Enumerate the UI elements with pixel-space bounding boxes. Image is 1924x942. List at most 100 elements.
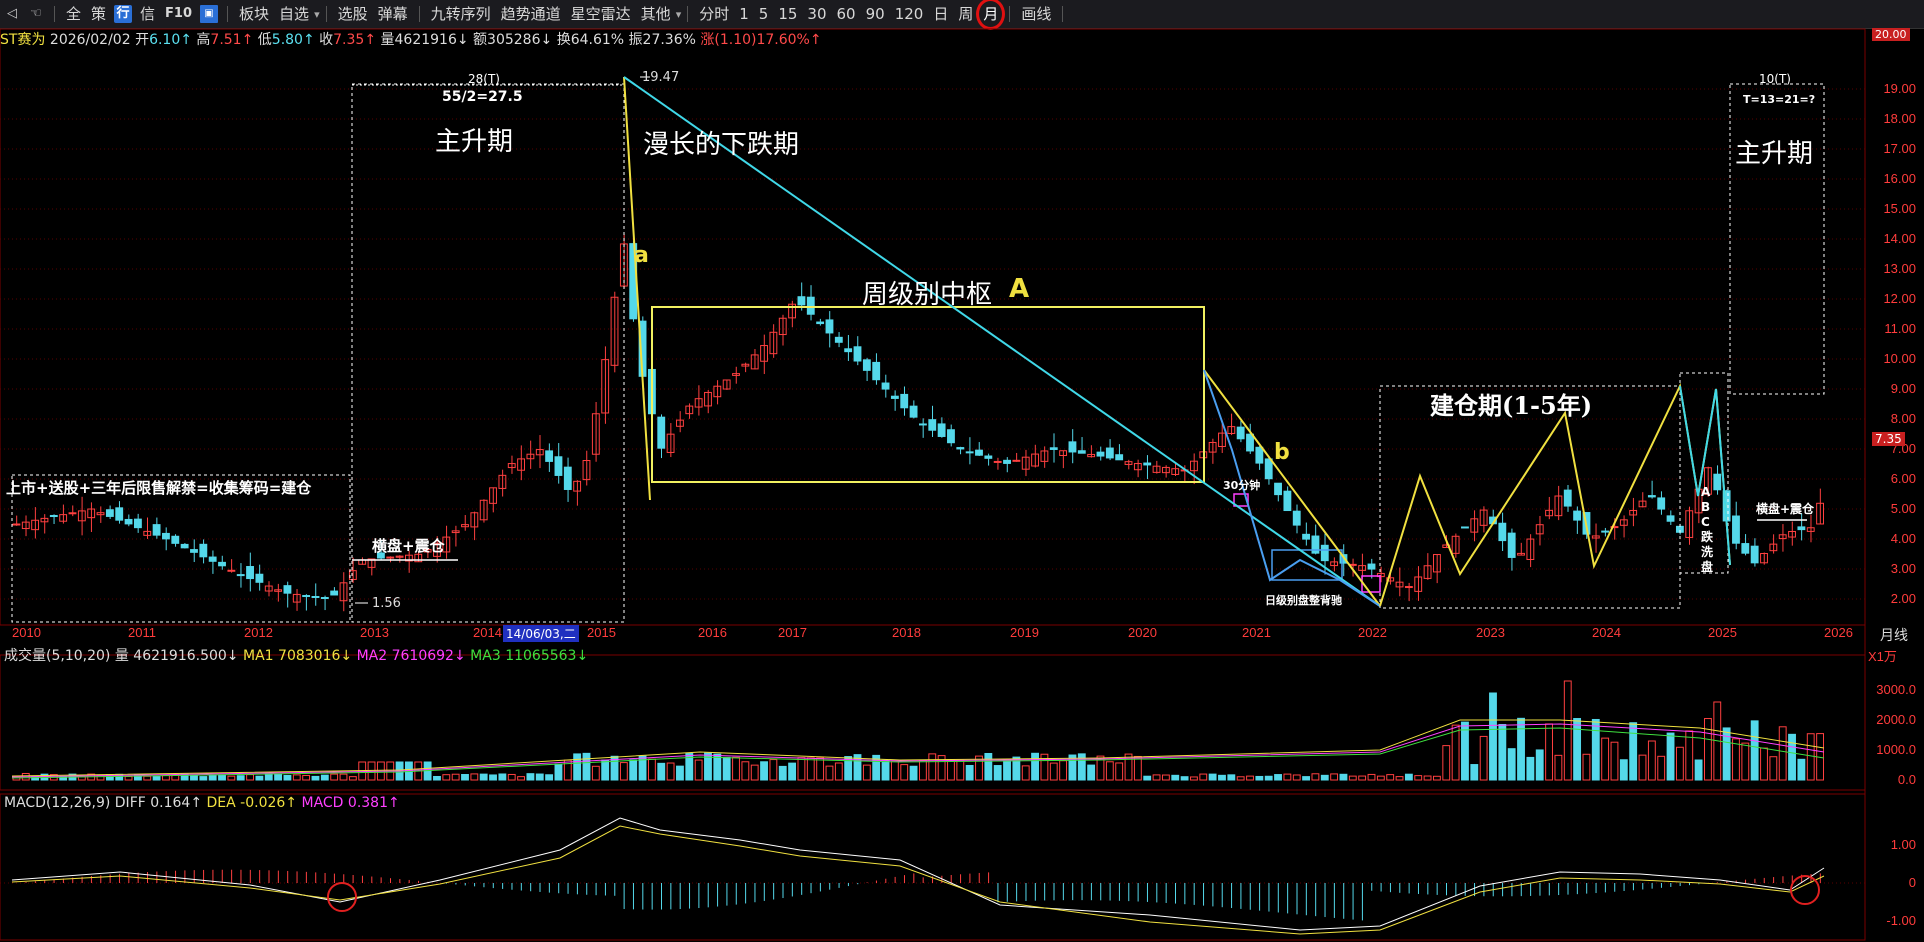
candle-body bbox=[834, 336, 843, 343]
volume-bar bbox=[311, 775, 320, 781]
candle-body bbox=[115, 507, 124, 521]
current-price-badge: 7.35 bbox=[1872, 432, 1905, 446]
volume-bar bbox=[1208, 773, 1217, 781]
macd-circle-marker bbox=[327, 882, 357, 912]
candle-body bbox=[105, 509, 114, 517]
candle-body bbox=[1105, 447, 1114, 459]
macd-panel-frame bbox=[0, 793, 1866, 941]
macd-value: 0.381↑ bbox=[347, 795, 400, 811]
volume-bar bbox=[694, 759, 703, 781]
annot-main-rise-2: 主升期 bbox=[1735, 139, 1814, 169]
volume-bar bbox=[732, 756, 740, 781]
period-label: 月线 bbox=[1880, 627, 1908, 643]
candle-body bbox=[255, 573, 264, 583]
macd-tick: -1.00 bbox=[1886, 913, 1916, 928]
volume-bar bbox=[582, 752, 591, 781]
volume-bar bbox=[1049, 762, 1058, 781]
volume-tick: 0.0 bbox=[1897, 772, 1916, 787]
volume-bar bbox=[1031, 752, 1039, 781]
volume-bar bbox=[433, 775, 441, 781]
volume-bar bbox=[722, 756, 731, 781]
volume-bar bbox=[190, 775, 198, 781]
candle-body bbox=[1283, 490, 1292, 512]
volume-bar bbox=[1283, 773, 1292, 781]
volume-bar bbox=[339, 773, 348, 781]
volume-bar bbox=[760, 761, 768, 781]
year-tick: 2014 bbox=[473, 625, 502, 640]
volume-bar bbox=[535, 773, 544, 781]
volume-bar bbox=[619, 762, 628, 781]
annot-leg-a: a bbox=[634, 243, 649, 268]
annot-30min: 30分钟 bbox=[1223, 479, 1261, 492]
volume-bar bbox=[1320, 774, 1329, 781]
volume-bar bbox=[1003, 759, 1011, 781]
candle-body bbox=[956, 447, 965, 450]
annot-calc-28: 55/2=27.5 bbox=[442, 89, 523, 105]
volume-bar bbox=[1573, 718, 1582, 781]
candle-body bbox=[1601, 530, 1610, 533]
dea-label: DEA bbox=[206, 795, 236, 811]
candle-body bbox=[1068, 441, 1077, 453]
ma3-value: 11065563↓ bbox=[505, 648, 589, 664]
annot-count-28: 28(T) bbox=[468, 72, 500, 86]
volume-bar bbox=[591, 765, 600, 781]
annot-accumulation: 建仓期(1-5年) bbox=[1430, 391, 1593, 420]
candle-body bbox=[320, 597, 329, 600]
candle-body bbox=[1003, 459, 1011, 464]
candle-body bbox=[545, 450, 554, 462]
candle-body bbox=[1292, 510, 1301, 526]
volume-bar bbox=[461, 774, 469, 781]
macd-info: MACD(12,26,9) DIFF 0.164↑ DEA -0.026↑ MA… bbox=[4, 795, 400, 811]
volume-bar bbox=[208, 775, 217, 781]
volume-bar bbox=[1292, 774, 1301, 781]
annot-count-10: 10(T) bbox=[1759, 72, 1791, 86]
candle-body bbox=[311, 596, 320, 599]
volume-bar bbox=[1021, 765, 1030, 781]
volume-bar bbox=[993, 765, 1002, 781]
candle-body bbox=[825, 319, 834, 334]
volume-bar bbox=[1246, 775, 1254, 781]
candle-body bbox=[657, 416, 666, 449]
candle-body bbox=[1750, 545, 1759, 564]
candle-body bbox=[1274, 482, 1282, 496]
volume-bar bbox=[1563, 680, 1572, 781]
candle-body bbox=[806, 296, 815, 315]
candle-body bbox=[937, 423, 946, 437]
price-tick: 12.00 bbox=[1883, 291, 1916, 306]
volume-bar bbox=[1619, 759, 1628, 781]
volume-bar bbox=[647, 758, 656, 781]
year-tick: 2026 bbox=[1824, 625, 1853, 640]
volume-bar bbox=[1171, 774, 1180, 781]
volume-tick: 3000.0 bbox=[1876, 682, 1916, 697]
year-tick: 2010 bbox=[12, 625, 41, 640]
volume-bar bbox=[1797, 758, 1806, 781]
year-tick: 2011 bbox=[128, 625, 156, 640]
candle-body bbox=[12, 523, 21, 526]
volume-bar bbox=[1479, 735, 1488, 781]
volume-bar bbox=[451, 773, 460, 781]
annot-main-rise-1: 主升期 bbox=[435, 127, 514, 157]
candle-body bbox=[890, 395, 899, 399]
price-tick: 13.00 bbox=[1883, 261, 1916, 276]
volume-bar bbox=[1133, 755, 1142, 781]
stock-chart-app: ◁ ☜ 全 策 行 信 F10 ▣ 板块 自选 ▾ 选股 弹幕 九转序列 趋势通… bbox=[0, 0, 1924, 942]
price-tick: 11.00 bbox=[1884, 321, 1916, 336]
candle-body bbox=[1713, 473, 1722, 491]
year-tick: 2023 bbox=[1476, 625, 1505, 640]
price-tick: 10.00 bbox=[1883, 351, 1916, 366]
volume-bar bbox=[844, 756, 853, 781]
year-tick: 2020 bbox=[1128, 625, 1157, 640]
volume-bar bbox=[330, 773, 339, 781]
macd-diff-line bbox=[11, 817, 1825, 931]
price-tick: 19.00 bbox=[1883, 81, 1916, 96]
volume-bar bbox=[1218, 774, 1226, 781]
candle-body bbox=[947, 429, 955, 444]
candle-body bbox=[162, 532, 170, 540]
candle-body bbox=[881, 382, 890, 390]
candle-body bbox=[218, 561, 226, 567]
candle-body bbox=[283, 585, 292, 594]
price-tick: 4.00 bbox=[1890, 531, 1916, 546]
volume-bar bbox=[1404, 773, 1413, 781]
volume-bar bbox=[629, 759, 638, 781]
candle-body bbox=[133, 518, 142, 529]
